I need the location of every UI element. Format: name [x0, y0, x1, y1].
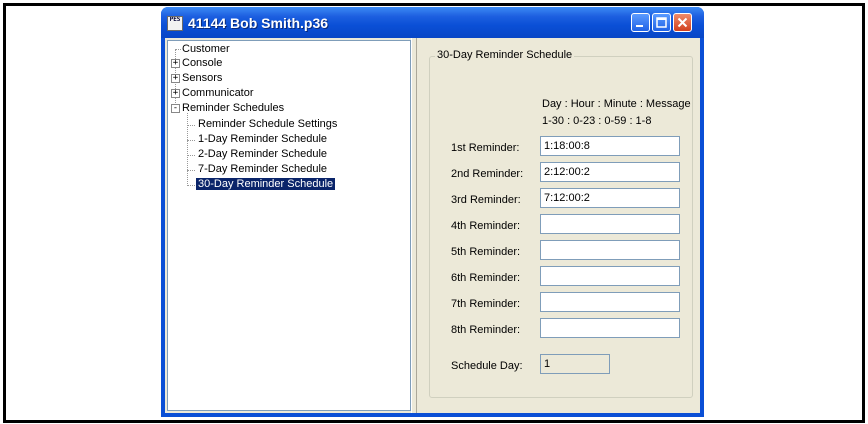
title-bar[interactable]: PES 41144 Bob Smith.p36 — [161, 7, 704, 38]
tree-item-reminder-schedules[interactable]: Reminder Schedules — [182, 101, 284, 115]
reminder-7-input[interactable] — [540, 292, 680, 312]
reminder-6-input[interactable] — [540, 266, 680, 286]
schedule-group: Day : Hour : Minute : Message 1-30 : 0-2… — [429, 56, 693, 398]
tree-item-label: Reminder Schedules — [182, 102, 285, 114]
column-header-ranges: 1-30 : 0-23 : 0-59 : 1-8 — [542, 115, 652, 127]
tree-connector — [187, 170, 195, 171]
expand-icon[interactable]: + — [171, 59, 180, 68]
navigation-tree[interactable]: Customer + Console + Sensors + Communica… — [167, 40, 411, 411]
schedule-day-label: Schedule Day: — [451, 360, 523, 372]
tree-item-label: 1-Day Reminder Schedule — [198, 133, 328, 145]
app-icon: PES — [167, 16, 183, 31]
tree-item-label: 2-Day Reminder Schedule — [198, 148, 328, 160]
reminder-6-label: 6th Reminder: — [451, 272, 521, 284]
close-button[interactable] — [673, 13, 692, 32]
tree-item-label: Reminder Schedule Settings — [198, 118, 338, 130]
tree-item-label: Customer — [182, 43, 230, 55]
client-area: Customer + Console + Sensors + Communica… — [165, 38, 700, 413]
reminder-8-input[interactable] — [540, 318, 680, 338]
reminder-3-label: 3rd Reminder: — [451, 194, 521, 206]
tree-item-communicator[interactable]: Communicator — [182, 86, 254, 100]
expand-icon[interactable]: + — [171, 74, 180, 83]
tree-item-console[interactable]: Console — [182, 56, 222, 70]
minimize-icon — [636, 25, 643, 27]
maximize-icon — [656, 17, 667, 28]
maximize-button[interactable] — [652, 13, 671, 32]
reminder-1-input[interactable]: 1:18:00:8 — [540, 136, 680, 156]
tree-item-7-day-schedule[interactable]: 7-Day Reminder Schedule — [198, 162, 327, 176]
group-title: 30-Day Reminder Schedule — [435, 48, 575, 62]
tree-connector — [187, 125, 195, 126]
reminder-5-input[interactable] — [540, 240, 680, 260]
reminder-8-label: 8th Reminder: — [451, 324, 521, 336]
tree-item-30-day-schedule[interactable]: 30-Day Reminder Schedule — [196, 177, 336, 191]
column-header-names: Day : Hour : Minute : Message — [542, 98, 691, 110]
tree-item-label: Communicator — [182, 87, 254, 99]
tree-item-reminder-schedule-settings[interactable]: Reminder Schedule Settings — [198, 117, 337, 131]
reminder-4-input[interactable] — [540, 214, 680, 234]
schedule-day-field: 1 — [540, 354, 610, 374]
schedule-panel: Day : Hour : Minute : Message 1-30 : 0-2… — [417, 38, 700, 413]
app-window: PES 41144 Bob Smith.p36 Customer + Conso… — [161, 7, 704, 417]
tree-connector — [187, 185, 195, 186]
tree-item-2-day-schedule[interactable]: 2-Day Reminder Schedule — [198, 147, 327, 161]
tree-item-label: 30-Day Reminder Schedule — [196, 178, 336, 190]
tree-item-label: Console — [182, 57, 223, 69]
tree-item-sensors[interactable]: Sensors — [182, 71, 222, 85]
window-title: 41144 Bob Smith.p36 — [188, 15, 329, 31]
tree-connector — [187, 140, 195, 141]
tree-item-label: Sensors — [182, 72, 223, 84]
tree-connector — [187, 155, 195, 156]
expand-icon[interactable]: + — [171, 89, 180, 98]
reminder-4-label: 4th Reminder: — [451, 220, 521, 232]
collapse-icon[interactable]: - — [171, 104, 180, 113]
reminder-1-label: 1st Reminder: — [451, 142, 520, 154]
reminder-5-label: 5th Reminder: — [451, 246, 521, 258]
reminder-7-label: 7th Reminder: — [451, 298, 521, 310]
minimize-button[interactable] — [631, 13, 650, 32]
tree-connector — [187, 113, 188, 186]
tree-connector — [175, 49, 181, 50]
tree-item-customer[interactable]: Customer — [182, 42, 230, 56]
tree-item-label: 7-Day Reminder Schedule — [198, 163, 328, 175]
reminder-3-input[interactable]: 7:12:00:2 — [540, 188, 680, 208]
reminder-2-input[interactable]: 2:12:00:2 — [540, 162, 680, 182]
reminder-2-label: 2nd Reminder: — [451, 168, 524, 180]
close-icon — [677, 17, 688, 28]
tree-item-1-day-schedule[interactable]: 1-Day Reminder Schedule — [198, 132, 327, 146]
